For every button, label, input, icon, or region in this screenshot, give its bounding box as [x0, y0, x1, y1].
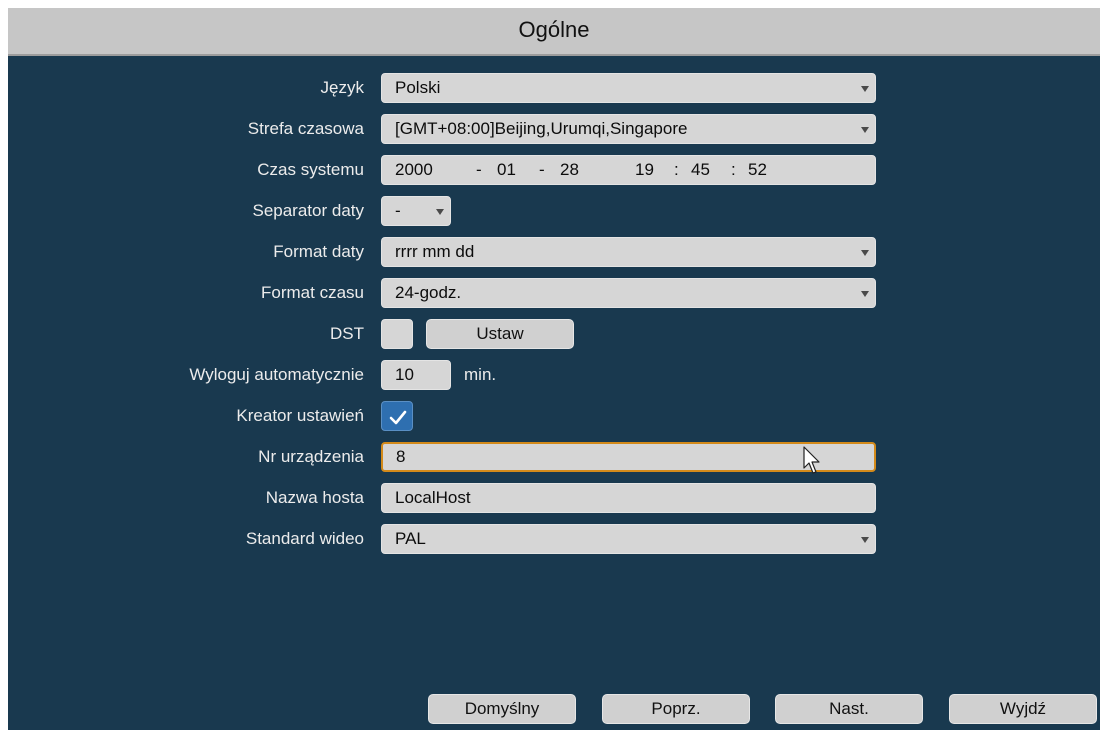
minute-input[interactable]: 45 — [691, 156, 710, 184]
hostname-label: Nazwa hosta — [265, 488, 364, 507]
date-format-select[interactable]: rrrr mm dd — [381, 237, 876, 267]
video-standard-label: Standard wideo — [245, 529, 364, 548]
previous-button[interactable]: Poprz. — [602, 694, 750, 724]
hour-input[interactable]: 19 — [635, 156, 654, 184]
mouse-pointer-icon — [803, 446, 820, 474]
day-input[interactable]: 28 — [560, 156, 579, 184]
dst-checkbox[interactable] — [381, 319, 413, 349]
dst-label: DST — [330, 324, 364, 343]
date-format-label: Format daty — [273, 242, 364, 261]
date-format-value: rrrr mm dd — [395, 242, 475, 261]
date-separator-value: - — [395, 201, 401, 220]
device-number-input[interactable]: 8 — [381, 442, 876, 472]
window-title: Ogólne — [8, 8, 1100, 56]
timezone-label: Strefa czasowa — [247, 119, 364, 138]
exit-button[interactable]: Wyjdź — [949, 694, 1097, 724]
default-button[interactable]: Domyślny — [428, 694, 576, 724]
chevron-down-icon — [861, 250, 869, 256]
chevron-down-icon — [436, 209, 444, 215]
time-format-value: 24-godz. — [395, 283, 462, 302]
year-input[interactable]: 2000 — [395, 156, 433, 184]
language-value: Polski — [395, 78, 441, 97]
time-format-select[interactable]: 24-godz. — [381, 278, 876, 308]
second-input[interactable]: 52 — [748, 156, 767, 184]
date-separator-select[interactable]: - — [381, 196, 451, 226]
timezone-select[interactable]: [GMT+08:00]Beijing,Urumqi,Singapore — [381, 114, 876, 144]
system-time-label: Czas systemu — [257, 160, 364, 179]
next-button[interactable]: Nast. — [775, 694, 923, 724]
hostname-input[interactable]: LocalHost — [381, 483, 876, 513]
auto-logout-unit: min. — [464, 365, 497, 384]
setup-wizard-label: Kreator ustawień — [236, 406, 364, 425]
video-standard-value: PAL — [395, 529, 426, 548]
auto-logout-input[interactable]: 10 — [381, 360, 451, 390]
time-format-label: Format czasu — [261, 283, 364, 302]
auto-logout-label: Wyloguj automatycznie — [189, 365, 364, 384]
date-separator-glyph: - — [539, 160, 545, 179]
system-time-field: 2000 - 01 - 28 19 : 45 : 52 — [381, 155, 876, 185]
language-label: Język — [320, 78, 364, 97]
checkmark-icon — [389, 410, 407, 425]
language-select[interactable]: Polski — [381, 73, 876, 103]
date-separator-label: Separator daty — [252, 201, 364, 220]
time-colon-glyph: : — [674, 160, 679, 179]
general-settings-window: Ogólne Język Polski Strefa czasowa [GMT+… — [8, 8, 1100, 730]
chevron-down-icon — [861, 86, 869, 92]
chevron-down-icon — [861, 537, 869, 543]
video-standard-select[interactable]: PAL — [381, 524, 876, 554]
date-separator-glyph: - — [476, 160, 482, 179]
chevron-down-icon — [861, 291, 869, 297]
month-input[interactable]: 01 — [497, 156, 516, 184]
timezone-value: [GMT+08:00]Beijing,Urumqi,Singapore — [395, 119, 688, 138]
device-number-label: Nr urządzenia — [258, 447, 364, 466]
setup-wizard-checkbox[interactable] — [381, 401, 413, 431]
dst-set-button[interactable]: Ustaw — [426, 319, 574, 349]
time-colon-glyph: : — [731, 160, 736, 179]
chevron-down-icon — [861, 127, 869, 133]
